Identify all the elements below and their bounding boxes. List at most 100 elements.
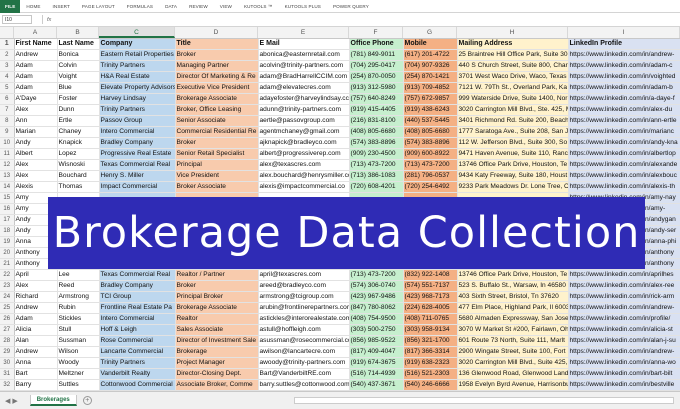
table-cell[interactable]: Wisnoski	[57, 159, 100, 171]
table-cell[interactable]: Principal	[175, 159, 259, 171]
table-cell[interactable]: (216) 831-8100	[349, 115, 404, 127]
row-number[interactable]: 13	[0, 170, 15, 182]
table-cell[interactable]: Bart@VanderbiltRE.com	[258, 368, 350, 380]
table-cell[interactable]: Senior Associate	[175, 115, 259, 127]
table-cell[interactable]: https://www.linkedin.com/in/alex-ree	[568, 280, 680, 292]
column-header-G[interactable]: G	[403, 27, 457, 38]
table-cell[interactable]: (713) 473-7200	[349, 159, 404, 171]
row-number[interactable]: 16	[0, 203, 15, 215]
table-cell[interactable]: (856) 321-1700	[403, 335, 458, 347]
column-header-F[interactable]: F	[349, 27, 403, 38]
table-cell[interactable]: Hoff & Leigh	[99, 324, 176, 336]
table-cell[interactable]: https://www.linkedin.com/in/voighted	[568, 71, 680, 83]
ribbon-tab-5[interactable]: DATA	[159, 4, 183, 9]
table-cell[interactable]: awoody@trinity-partners.com	[258, 357, 350, 369]
ribbon-tab-7[interactable]: VIEW	[214, 4, 238, 9]
table-cell[interactable]: A'Daye	[14, 93, 58, 105]
table-cell[interactable]: (847) 780-8062	[349, 302, 404, 314]
table-cell[interactable]: Broker	[175, 280, 259, 292]
table-cell[interactable]: https://www.linkedin.com/in/adam-c	[568, 60, 680, 72]
row-number[interactable]: 4	[0, 71, 15, 83]
table-cell[interactable]: adunn@trinity-partners.com	[258, 104, 350, 116]
table-cell[interactable]: Lancarte Commercial	[99, 346, 176, 358]
table-cell[interactable]: Andy	[14, 137, 58, 149]
table-cell[interactable]: Impact Commercial	[99, 181, 176, 193]
table-cell[interactable]: Broker	[175, 49, 259, 61]
table-cell[interactable]: Broker Associate	[175, 181, 259, 193]
table-cell[interactable]: 7121 W. 79Th St., Overland Park, Ka	[457, 82, 569, 94]
table-cell[interactable]: (408) 805-6680	[349, 126, 404, 138]
table-cell[interactable]: Andrew	[14, 49, 58, 61]
table-cell[interactable]: https://www.linkedin.com/in/albertlop	[568, 148, 680, 160]
row-number[interactable]: 32	[0, 379, 15, 391]
table-cell[interactable]: Alex	[14, 104, 58, 116]
table-cell[interactable]: TCI Group	[99, 291, 176, 303]
name-box[interactable]: I10	[2, 15, 32, 24]
table-cell[interactable]: 3401 Richmond Rd. Suite 200, Beach	[457, 115, 569, 127]
row-number[interactable]: 27	[0, 324, 15, 336]
table-cell[interactable]: https://www.linkedin.com/in/alan-j-su	[568, 335, 680, 347]
table-cell[interactable]: (919) 415-4405	[349, 104, 404, 116]
table-cell[interactable]: (720) 608-4201	[349, 181, 404, 193]
table-cell[interactable]: Sales Associate	[175, 324, 259, 336]
ribbon-tab-4[interactable]: FORMULAS	[121, 4, 159, 9]
row-number[interactable]: 18	[0, 225, 15, 237]
table-cell[interactable]: (757) 640-8249	[349, 93, 404, 105]
table-cell[interactable]: Wilson	[57, 346, 100, 358]
table-cell[interactable]: Vice President	[175, 170, 259, 182]
table-cell[interactable]: 440 S Church Street, Suite 800, Charl	[457, 60, 569, 72]
table-cell[interactable]: Henry S. Miller	[99, 170, 176, 182]
column-header-E[interactable]: E	[258, 27, 349, 38]
column-header-B[interactable]: B	[57, 27, 99, 38]
table-cell[interactable]: Director Of Marketing & Re	[175, 71, 259, 83]
table-cell[interactable]: (408) 805-6680	[403, 126, 458, 138]
table-cell[interactable]: 112 W. Jefferson Blvd., Suite 300, So	[457, 137, 569, 149]
table-cell[interactable]: Reed	[57, 280, 100, 292]
table-cell[interactable]: Intero Commercial	[99, 313, 176, 325]
row-number[interactable]: 15	[0, 192, 15, 204]
table-cell[interactable]: 3020 Carrington Mill Blvd., Ste. 425, M	[457, 104, 569, 116]
table-cell[interactable]: 477 Elm Place, Highland Park, Il 6003	[457, 302, 569, 314]
table-cell[interactable]: Stull	[57, 324, 100, 336]
table-cell[interactable]: ajknapick@bradleyco.com	[258, 137, 350, 149]
table-cell[interactable]: https://www.linkedin.com/in/profile/	[568, 313, 680, 325]
sheet-nav-arrows-icon[interactable]: ◀ ▶	[5, 397, 18, 405]
ribbon-tab-9[interactable]: KUTOOLS PLUS	[279, 4, 327, 9]
table-cell[interactable]: (423) 968-7173	[403, 291, 458, 303]
table-cell[interactable]: 3020 Carrington Mill Blvd., Suite 425,	[457, 357, 569, 369]
table-cell[interactable]: Brokerage Associate	[175, 302, 259, 314]
column-header-I[interactable]: I	[568, 27, 680, 38]
table-cell[interactable]: Director of Investment Sale	[175, 335, 259, 347]
table-cell[interactable]: Commercial Residential Re	[175, 126, 259, 138]
table-cell[interactable]: Voight	[57, 71, 100, 83]
table-cell[interactable]: Lee	[57, 269, 100, 281]
table-cell[interactable]: (408) 711-0765	[403, 313, 458, 325]
table-cell[interactable]: adayefoster@harveylindsay.cc	[258, 93, 350, 105]
row-number[interactable]: 24	[0, 291, 15, 303]
row-number[interactable]: 23	[0, 280, 15, 292]
table-cell[interactable]: 1958 Evelyn Byrd Avenue, Harrisonbu	[457, 379, 569, 391]
table-cell[interactable]: (617) 201-4722	[403, 49, 458, 61]
table-cell[interactable]: (919) 674-3675	[349, 357, 404, 369]
table-cell[interactable]: Alex	[14, 170, 58, 182]
table-cell[interactable]: Adam	[14, 60, 58, 72]
table-cell[interactable]: Marian	[14, 126, 58, 138]
table-cell[interactable]: https://www.linkedin.com/in/anna-wo	[568, 357, 680, 369]
table-cell[interactable]: Alex	[14, 280, 58, 292]
table-cell[interactable]: https://www.linkedin.com/in/a-daye-f	[568, 93, 680, 105]
table-cell[interactable]: Senior Retail Specialist	[175, 148, 259, 160]
table-cell[interactable]: 9471 Haven Avenue, Suite 110, Ranch	[457, 148, 569, 160]
row-number[interactable]: 14	[0, 181, 15, 193]
table-cell[interactable]: 523 S. Buffalo St., Warsaw, In 46580	[457, 280, 569, 292]
row-number[interactable]: 20	[0, 247, 15, 259]
table-cell[interactable]: April	[14, 269, 58, 281]
table-cell[interactable]: agentmchaney@gmail.com	[258, 126, 350, 138]
table-cell[interactable]: Realtor / Partner	[175, 269, 259, 281]
table-cell[interactable]: Dunn	[57, 104, 100, 116]
table-cell[interactable]: (516) 714-4939	[349, 368, 404, 380]
table-cell[interactable]: (781) 849-9011	[349, 49, 404, 61]
table-cell[interactable]: (909) 600-8922	[403, 148, 458, 160]
row-number[interactable]: 5	[0, 82, 15, 94]
table-cell[interactable]: (913) 312-5980	[349, 82, 404, 94]
table-cell[interactable]: Adam	[14, 313, 58, 325]
